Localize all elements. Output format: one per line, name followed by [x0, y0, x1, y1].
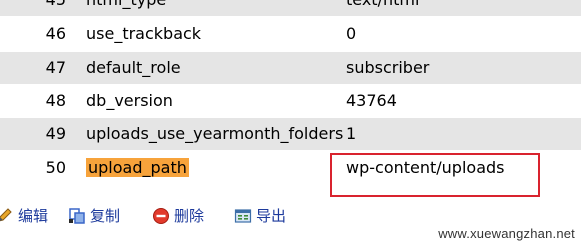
- annotation-box: [330, 153, 540, 197]
- row-id: 45: [0, 0, 66, 16]
- delete-icon: [152, 207, 170, 225]
- copy-label: 复制: [90, 207, 121, 225]
- watermark: www.xuewangzhan.net: [438, 226, 575, 241]
- copy-icon: [68, 207, 86, 225]
- export-label: 导出: [256, 207, 287, 225]
- option-value: 0: [346, 24, 357, 43]
- edit-button[interactable]: 编辑: [0, 204, 48, 228]
- table-row[interactable]: 49 uploads_use_yearmonth_folders 1: [0, 118, 581, 151]
- option-value: 1: [346, 124, 357, 143]
- row-id: 50: [45, 158, 66, 177]
- option-name: db_version: [86, 91, 173, 110]
- option-value: 43764: [346, 91, 397, 110]
- table-row[interactable]: 46 use_trackback 0: [0, 18, 581, 51]
- row-id: 46: [45, 24, 66, 43]
- delete-button[interactable]: 删除: [152, 204, 204, 228]
- bulk-action-toolbar: 编辑 复制 删除 导出: [0, 204, 581, 228]
- copy-button[interactable]: 复制: [68, 204, 120, 228]
- row-id: 47: [45, 58, 66, 77]
- table-row[interactable]: 45 html_type text/html: [0, 0, 581, 17]
- delete-label: 删除: [174, 207, 205, 225]
- table-row[interactable]: 47 default_role subscriber: [0, 52, 581, 85]
- option-name: html_type: [86, 0, 166, 16]
- pencil-icon: [0, 207, 14, 225]
- option-value: text/html: [346, 0, 419, 16]
- export-icon: [234, 207, 252, 225]
- export-button[interactable]: 导出: [234, 204, 286, 228]
- option-name: default_role: [86, 58, 181, 77]
- edit-label: 编辑: [18, 207, 49, 225]
- option-name: upload_path: [86, 152, 189, 184]
- option-name: use_trackback: [86, 24, 202, 43]
- row-id: 48: [45, 91, 66, 110]
- row-id: 49: [45, 124, 66, 143]
- highlighted-option-name: upload_path: [86, 158, 189, 177]
- option-name: uploads_use_yearmonth_folders: [86, 124, 344, 143]
- option-value: subscriber: [346, 58, 430, 77]
- table-row[interactable]: 48 db_version 43764: [0, 85, 581, 118]
